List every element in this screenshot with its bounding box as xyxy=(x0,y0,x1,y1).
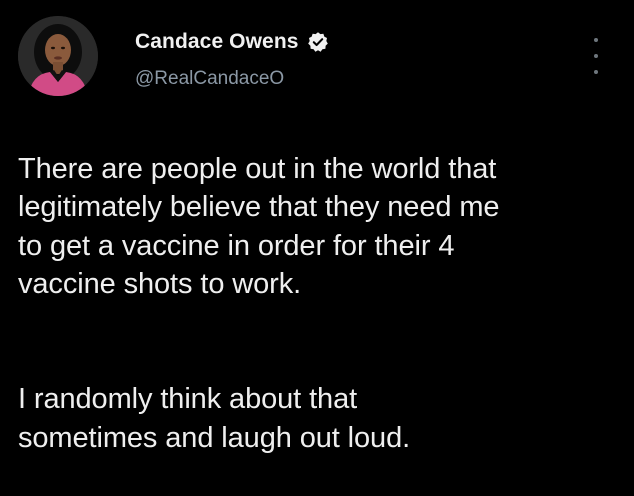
tweet-paragraph-2: I randomly think about that sometimes an… xyxy=(18,383,411,454)
more-dot xyxy=(594,38,598,42)
profile-photo-icon xyxy=(18,16,98,96)
name-row: Candace Owens xyxy=(135,29,329,55)
tweet-card: Candace Owens @RealCandaceO There are pe… xyxy=(0,0,634,454)
handle[interactable]: @RealCandaceO xyxy=(135,68,329,90)
display-name[interactable]: Candace Owens xyxy=(135,30,299,54)
more-dot xyxy=(594,70,598,74)
more-dots-vertical-icon[interactable] xyxy=(590,38,602,74)
verified-badge-icon xyxy=(307,31,329,53)
more-dot xyxy=(594,54,598,58)
avatar[interactable] xyxy=(18,16,98,96)
author-info: Candace Owens @RealCandaceO xyxy=(135,29,329,89)
tweet-paragraph-1: There are people out in the world that l… xyxy=(18,152,500,301)
tweet-text: There are people out in the world that l… xyxy=(18,111,623,496)
tweet-header: Candace Owens @RealCandaceO xyxy=(18,16,618,96)
